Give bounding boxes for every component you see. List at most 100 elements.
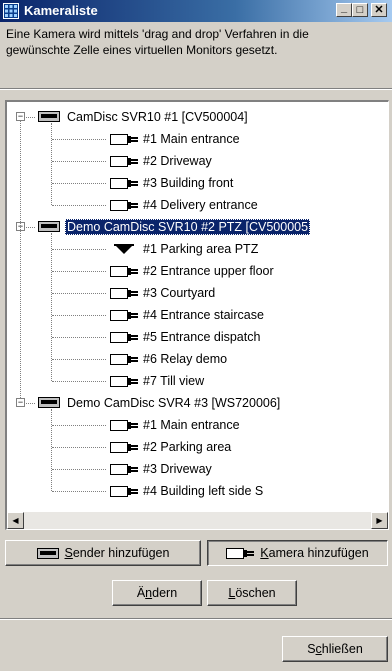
tree-connector bbox=[26, 403, 35, 404]
tree-camera-row[interactable]: #6 Relay demo bbox=[7, 349, 387, 371]
delete-button[interactable]: Löschen bbox=[207, 580, 297, 606]
close-dialog-label: Schließen bbox=[307, 642, 363, 656]
tree-connector bbox=[52, 359, 106, 360]
sender-label: Demo CamDisc SVR4 #3 [WS720006] bbox=[67, 396, 281, 410]
tree-sender-row[interactable]: − Demo CamDisc SVR4 #3 [WS720006] bbox=[7, 393, 387, 415]
tree-camera-row[interactable]: #2 Driveway bbox=[7, 151, 387, 173]
tree-connector bbox=[52, 447, 106, 448]
scroll-right-button[interactable]: ▶ bbox=[371, 512, 388, 529]
camera-label: #3 Courtyard bbox=[143, 286, 216, 300]
tree-camera-row[interactable]: #7 Till view bbox=[7, 371, 387, 393]
camera-label: #3 Driveway bbox=[143, 462, 212, 476]
close-icon: ✕ bbox=[374, 3, 384, 16]
camera-label: #4 Entrance staircase bbox=[143, 308, 264, 322]
tree-camera-row[interactable]: #2 Parking area bbox=[7, 437, 387, 459]
tree-sender-row[interactable]: − Demo CamDisc SVR10 #2 PTZ [CV500005 bbox=[7, 217, 387, 239]
tree-connector bbox=[52, 491, 106, 492]
tree-connector bbox=[52, 425, 106, 426]
camera-icon bbox=[110, 310, 138, 324]
delete-label: Löschen bbox=[228, 586, 276, 600]
camera-icon bbox=[110, 354, 138, 368]
tree-camera-row[interactable]: #4 Building left side S bbox=[7, 481, 387, 503]
camera-icon bbox=[110, 332, 138, 346]
sender-label: Demo CamDisc SVR10 #2 PTZ [CV500005 bbox=[65, 219, 311, 235]
tree-connector bbox=[52, 315, 106, 316]
description-line-2: gewünschte Zelle eines virtuellen Monito… bbox=[6, 43, 278, 57]
camera-label: #1 Main entrance bbox=[143, 418, 240, 432]
arrow-left-icon: ◀ bbox=[12, 516, 19, 525]
top-separator bbox=[0, 88, 392, 90]
tree-connector bbox=[26, 117, 35, 118]
sender-icon bbox=[36, 547, 59, 559]
collapse-toggle[interactable]: − bbox=[16, 112, 25, 121]
tree-connector bbox=[52, 337, 106, 338]
tree-connector bbox=[52, 183, 106, 184]
camera-label: #2 Parking area bbox=[143, 440, 232, 454]
camera-icon bbox=[110, 178, 138, 192]
kameraliste-window: Kameraliste _ □ ✕ Eine Kamera wird mitte… bbox=[0, 0, 392, 671]
sender-label: CamDisc SVR10 #1 [CV500004] bbox=[67, 110, 248, 124]
camera-icon bbox=[110, 486, 138, 500]
sender-icon bbox=[38, 221, 60, 235]
tree-connector bbox=[52, 249, 106, 250]
edit-button[interactable]: Ändern bbox=[112, 580, 202, 606]
camera-tree-view[interactable]: − CamDisc SVR10 #1 [CV500004] #1 Main entr… bbox=[5, 100, 389, 530]
maximize-button[interactable]: □ bbox=[352, 3, 368, 17]
sender-icon bbox=[38, 397, 60, 411]
tree-connector bbox=[26, 227, 35, 228]
camera-tree: − CamDisc SVR10 #1 [CV500004] #1 Main entr… bbox=[7, 107, 387, 507]
sender-icon bbox=[38, 111, 60, 125]
camera-label: #2 Driveway bbox=[143, 154, 212, 168]
tree-camera-row[interactable]: #1 Main entrance bbox=[7, 415, 387, 437]
camera-label: #7 Till view bbox=[143, 374, 205, 388]
camera-label: #6 Relay demo bbox=[143, 352, 228, 366]
tree-connector bbox=[52, 381, 106, 382]
tree-connector bbox=[52, 205, 106, 206]
tree-connector bbox=[52, 139, 106, 140]
tree-camera-row[interactable]: #5 Entrance dispatch bbox=[7, 327, 387, 349]
add-camera-button[interactable]: Kamera hinzufügen bbox=[207, 540, 388, 566]
maximize-icon: □ bbox=[356, 3, 364, 16]
tree-connector bbox=[52, 293, 106, 294]
close-dialog-button[interactable]: Schließen bbox=[282, 636, 388, 662]
horizontal-scrollbar[interactable]: ◀ ▶ bbox=[7, 512, 388, 529]
camera-label: #4 Building left side S bbox=[143, 484, 264, 498]
minimize-button[interactable]: _ bbox=[336, 1, 352, 17]
camera-icon bbox=[110, 376, 138, 390]
tree-connector bbox=[52, 469, 106, 470]
tree-camera-row[interactable]: #1 Parking area PTZ bbox=[7, 239, 387, 261]
tree-camera-row[interactable]: #1 Main entrance bbox=[7, 129, 387, 151]
tree-camera-row[interactable]: #4 Entrance staircase bbox=[7, 305, 387, 327]
scroll-left-button[interactable]: ◀ bbox=[7, 512, 24, 529]
close-button[interactable]: ✕ bbox=[371, 3, 387, 17]
camera-icon bbox=[226, 547, 255, 559]
description: Eine Kamera wird mittels 'drag and drop'… bbox=[6, 26, 388, 58]
tree-camera-row[interactable]: #3 Driveway bbox=[7, 459, 387, 481]
description-line-1: Eine Kamera wird mittels 'drag and drop'… bbox=[6, 27, 309, 41]
camera-icon bbox=[110, 134, 138, 148]
add-sender-label: Sender hinzufügen bbox=[64, 546, 170, 560]
camera-label: #2 Entrance upper floor bbox=[143, 264, 274, 278]
camera-icon bbox=[110, 420, 138, 434]
tree-camera-row[interactable]: #3 Building front bbox=[7, 173, 387, 195]
window-title: Kameraliste bbox=[24, 3, 98, 18]
title-bar[interactable]: Kameraliste _ □ ✕ bbox=[0, 0, 392, 22]
tree-camera-row[interactable]: #2 Entrance upper floor bbox=[7, 261, 387, 283]
minimize-icon: _ bbox=[340, 1, 348, 14]
camera-icon bbox=[110, 266, 138, 280]
camera-icon bbox=[110, 200, 138, 214]
camera-label: #1 Parking area PTZ bbox=[143, 242, 259, 256]
collapse-toggle[interactable]: − bbox=[16, 398, 25, 407]
tree-connector bbox=[20, 121, 21, 398]
tree-camera-row[interactable]: #3 Courtyard bbox=[7, 283, 387, 305]
tree-camera-row[interactable]: #4 Delivery entrance bbox=[7, 195, 387, 217]
camera-label: #3 Building front bbox=[143, 176, 234, 190]
tree-connector bbox=[52, 161, 106, 162]
camera-label: #5 Entrance dispatch bbox=[143, 330, 261, 344]
add-sender-button[interactable]: Sender hinzufügen bbox=[5, 540, 201, 566]
bottom-separator bbox=[0, 618, 392, 620]
add-camera-label: Kamera hinzufügen bbox=[260, 546, 369, 560]
tree-sender-row[interactable]: − CamDisc SVR10 #1 [CV500004] bbox=[7, 107, 387, 129]
camera-icon bbox=[110, 464, 138, 478]
camera-label: #1 Main entrance bbox=[143, 132, 240, 146]
